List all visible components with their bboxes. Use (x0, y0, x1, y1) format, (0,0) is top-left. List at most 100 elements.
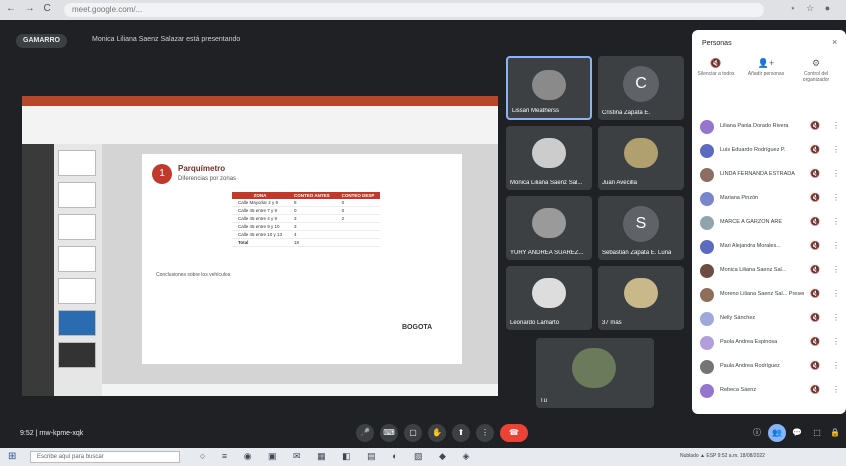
more-vert-icon[interactable]: ⋮ (832, 337, 840, 346)
mic-off-icon[interactable]: 🔇 (810, 289, 820, 298)
participant-row[interactable]: Mari Alejandra Morales... 🔇 ⋮ (700, 238, 840, 258)
chat-icon[interactable]: 💬 (788, 424, 806, 442)
participant-tile[interactable]: Monica Liliana Saenz Sal... (506, 126, 592, 190)
participant-photo (624, 138, 658, 168)
host-controls-icon[interactable]: 🔒 (826, 424, 844, 442)
more-vert-icon[interactable]: ⋮ (832, 385, 840, 394)
activities-icon[interactable]: ⬚ (808, 424, 826, 442)
participant-name: Sebastián Zapata E. Luna (602, 250, 672, 256)
captions-button[interactable]: ⌨ (380, 424, 398, 442)
camera-button[interactable]: ▢ (404, 424, 422, 442)
participant-tile[interactable]: YURY ANDREA SUAREZ... (506, 196, 592, 260)
meeting-time-code: 9:52 | rnw-kpme-xqk (20, 430, 84, 437)
table-header: ZONA (232, 192, 289, 199)
table-header: CONTEO ANTES (288, 192, 336, 199)
participant-name: Lissan Meatherss (512, 108, 560, 114)
participant-photo (532, 70, 566, 100)
participant-name: Cristina Zapata E. (602, 110, 651, 116)
table-header: CONTEO DESP (335, 192, 381, 199)
close-icon[interactable]: × (832, 37, 837, 47)
more-vert-icon[interactable]: ⋮ (832, 265, 840, 274)
microphone-button[interactable]: 🎤 (356, 424, 374, 442)
participant-avatar (700, 312, 714, 326)
participant-row[interactable]: Paola Andrea Espinosa 🔇 ⋮ (700, 334, 840, 354)
present-button[interactable]: ⬆ (452, 424, 470, 442)
address-bar[interactable]: meet.google.com/... (64, 3, 764, 17)
mic-off-icon[interactable]: 🔇 (810, 193, 820, 202)
mic-off-icon[interactable]: 🔇 (810, 145, 820, 154)
participant-name: Juan Avecilla (602, 180, 637, 186)
end-call-button[interactable]: ☎ (500, 424, 528, 442)
more-options-button[interactable]: ⋮ (476, 424, 494, 442)
participant-row[interactable]: Liliana Paola Dorado Rivera 🔇 ⋮ (700, 118, 840, 138)
mic-off-icon[interactable]: 🔇 (810, 169, 820, 178)
mic-off-icon[interactable]: 🔇 (810, 241, 820, 250)
raise-hand-button[interactable]: ✋ (428, 424, 446, 442)
more-vert-icon[interactable]: ⋮ (832, 289, 840, 298)
participant-photo (572, 348, 616, 388)
info-icon[interactable]: ⓘ (748, 424, 766, 442)
participant-tile[interactable]: S Sebastián Zapata E. Luna (598, 196, 684, 260)
ppt-sidebar (22, 144, 54, 396)
browser-extensions[interactable]: ⋆ ☆ ● (790, 3, 834, 14)
more-vert-icon[interactable]: ⋮ (832, 313, 840, 322)
slide-table: ZONA CONTEO ANTES CONTEO DESP Calle Mayo… (232, 192, 381, 247)
participant-tile[interactable]: C Cristina Zapata E. (598, 56, 684, 120)
participant-tile[interactable]: Juan Avecilla (598, 126, 684, 190)
participant-row[interactable]: Mariana Pinzón 🔇 ⋮ (700, 190, 840, 210)
participant-row[interactable]: Monica Liliana Saenz Sal... 🔇 ⋮ (700, 262, 840, 282)
mic-off-icon[interactable]: 🔇 (810, 121, 820, 130)
more-vert-icon[interactable]: ⋮ (832, 217, 840, 226)
mic-off-icon[interactable]: 🔇 (810, 265, 820, 274)
more-vert-icon[interactable]: ⋮ (832, 121, 840, 130)
mute-all-button[interactable]: 🔇 Silenciar a todos (694, 58, 738, 77)
participant-avatar (700, 216, 714, 230)
table-row: Calle 45 entre 10 y 13 4 (232, 230, 381, 239)
people-icon[interactable]: 👥 (768, 424, 786, 442)
participant-tile[interactable]: Leonardo Lamarto (506, 266, 592, 330)
participant-row[interactable]: Luis Eduardo Rodríguez P. 🔇 ⋮ (700, 142, 840, 162)
ppt-title-bar (22, 96, 498, 106)
participant-name: YURY ANDREA SUAREZ... (510, 250, 584, 256)
more-vert-icon[interactable]: ⋮ (832, 361, 840, 370)
participant-tile[interactable]: Lissan Meatherss (506, 56, 592, 120)
slide-thumbnail (58, 342, 96, 368)
more-vert-icon[interactable]: ⋮ (832, 169, 840, 178)
mic-off-icon[interactable]: 🔇 (810, 361, 820, 370)
participant-avatar (700, 384, 714, 398)
slide-number-badge: 1 (152, 164, 172, 184)
participant-avatar: S (623, 206, 659, 242)
participant-row[interactable]: Rebeca Sáenz 🔇 ⋮ (700, 382, 840, 402)
mic-off-icon[interactable]: 🔇 (810, 337, 820, 346)
mic-off-icon[interactable]: 🔇 (810, 385, 820, 394)
mic-off-icon[interactable]: 🔇 (810, 217, 820, 226)
add-people-button[interactable]: 👤+ Añadir personas (744, 58, 788, 77)
participant-row[interactable]: Moreno Liliana Saenz Sal... Presentando 🔇… (700, 286, 840, 306)
windows-start-icon[interactable]: ⊞ (8, 451, 16, 462)
participant-name: 37 más (602, 320, 622, 326)
participant-tile[interactable]: 37 más (598, 266, 684, 330)
participant-row[interactable]: Nelly Sánchez 🔇 ⋮ (700, 310, 840, 330)
presenting-pill[interactable]: GAMARRO (16, 34, 67, 48)
self-view-tile[interactable]: Tú (536, 338, 654, 408)
participant-avatar (700, 360, 714, 374)
mic-off-icon[interactable]: 🔇 (810, 313, 820, 322)
participant-row[interactable]: Paula Andrea Rodríguez 🔇 ⋮ (700, 358, 840, 378)
table-row: Calle 45 entre 7 y 900 (232, 206, 381, 215)
taskbar-app-icons[interactable]: ○ ≡ ◉ ▣ ✉ ▦ ◧ ▤ ◐ ▧ ◆ ◈ (200, 451, 476, 462)
participant-row[interactable]: LINDA FERNANDA ESTRADA 🔇 ⋮ (700, 166, 840, 186)
browser-nav-buttons[interactable]: ← → C (6, 3, 54, 14)
more-vert-icon[interactable]: ⋮ (832, 193, 840, 202)
participant-name: Monica Liliana Saenz Sal... (720, 267, 787, 273)
table-row: Calle Mayorlar 2 y 980 (232, 199, 381, 207)
people-panel: Personas × 🔇 Silenciar a todos 👤+ Añadir… (692, 30, 846, 414)
table-row: Calle 45 entre 9 y 10 3 (232, 222, 381, 231)
shared-screen: 1 Parquímetro Diferencias por zonas ZONA… (22, 96, 498, 396)
participant-name: Moreno Liliana Saenz Sal... Presentando (720, 291, 804, 297)
taskbar-search[interactable]: Escribe aquí para buscar (30, 451, 180, 463)
more-vert-icon[interactable]: ⋮ (832, 145, 840, 154)
host-controls-button[interactable]: ⚙ Control del organizador (794, 58, 838, 83)
browser-toolbar: ← → C meet.google.com/... ⋆ ☆ ● (0, 0, 846, 20)
more-vert-icon[interactable]: ⋮ (832, 241, 840, 250)
participant-row[interactable]: MARCE A GARZÓN ARE 🔇 ⋮ (700, 214, 840, 234)
